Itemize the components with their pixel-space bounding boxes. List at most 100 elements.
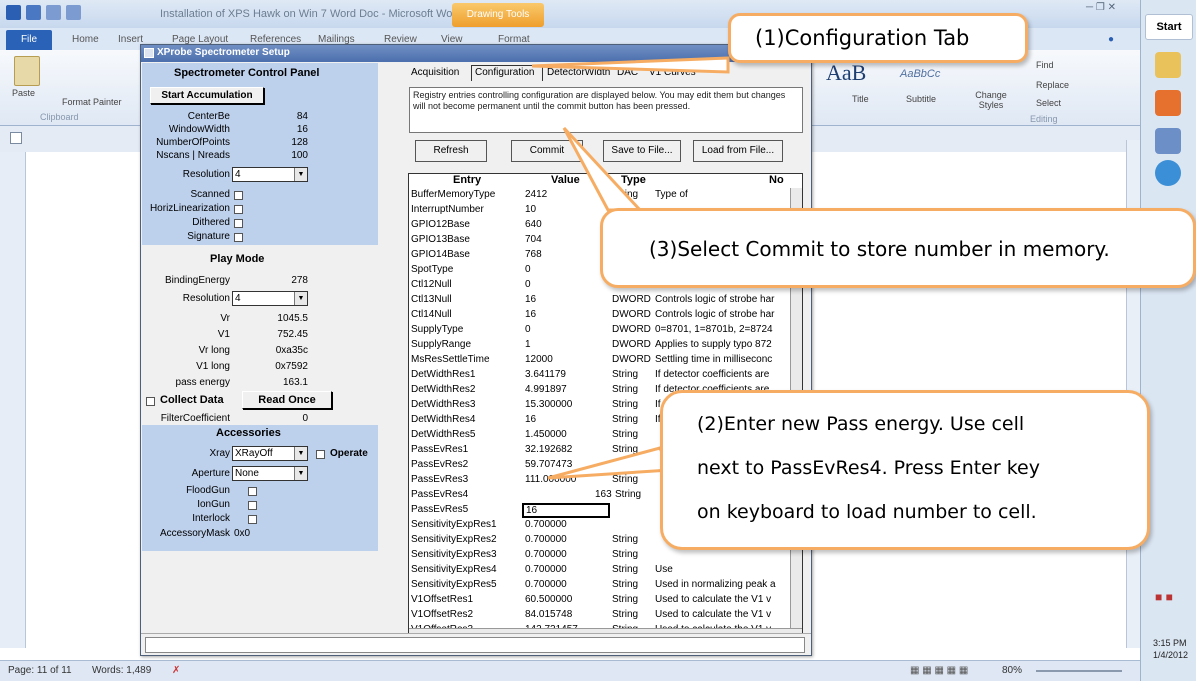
grid-cell-value[interactable]: 0.700000 (525, 534, 567, 545)
grid-cell-value[interactable]: 60.500000 (525, 594, 572, 605)
aperture-select[interactable]: None ▼ (232, 466, 308, 481)
replace-button[interactable]: Replace (1036, 80, 1069, 90)
tab-detectorwidth[interactable]: DetectorWidth (545, 67, 612, 78)
table-row[interactable]: DetWidthRes1 3.641179 String If detector co… (409, 368, 802, 383)
dithered-checkbox[interactable] (234, 219, 243, 228)
grid-header-notes[interactable]: No (769, 174, 784, 188)
numberofpoints-value[interactable]: 128 (262, 137, 308, 148)
read-once-button[interactable]: Read Once (242, 391, 332, 409)
grid-cell-value[interactable]: 768 (525, 249, 542, 260)
browser-icon[interactable] (1155, 160, 1181, 186)
windowwidth-value[interactable]: 16 (262, 124, 308, 135)
paste-button[interactable]: Paste (12, 88, 35, 98)
operate-checkbox[interactable] (316, 450, 325, 459)
ribbon-help-icon[interactable]: ● (1108, 34, 1114, 45)
undo-icon[interactable] (46, 5, 61, 20)
grid-cell-value[interactable]: 2412 (525, 189, 547, 200)
tray-icons[interactable]: ■ ■ (1155, 590, 1173, 604)
table-row[interactable]: SensitivityExpRes3 0.700000 String (409, 548, 802, 563)
folder-icon[interactable] (1155, 52, 1181, 78)
proofing-icon[interactable]: ✗ (172, 665, 180, 676)
grid-cell-value[interactable]: 16 (525, 294, 536, 305)
grid-cell-value[interactable]: 0.700000 (525, 579, 567, 590)
clock-time[interactable]: 3:15 PM (1153, 638, 1187, 648)
paste-icon[interactable] (14, 56, 40, 86)
interlock-checkbox[interactable] (248, 515, 257, 524)
commit-button[interactable]: Commit (511, 140, 583, 162)
tab-file[interactable]: File (6, 30, 52, 50)
xprobe-titlebar[interactable]: XProbe Spectrometer Setup (141, 45, 811, 62)
grid-cell-value[interactable]: 1.450000 (525, 429, 567, 440)
page-count[interactable]: Page: 11 of 11 (8, 665, 72, 676)
table-row[interactable]: SupplyRange 1 DWORD Applies to supply typo … (409, 338, 802, 353)
grid-cell-value[interactable]: 0.700000 (525, 549, 567, 560)
grid-cell-value[interactable]: 0 (525, 279, 531, 290)
grid-cell-value[interactable]: 59.707473 (525, 459, 572, 470)
save-to-file-button[interactable]: Save to File... (603, 140, 681, 162)
grid-cell-value[interactable]: 0 (525, 264, 531, 275)
grid-header-entry[interactable]: Entry (453, 174, 481, 188)
view-buttons-icon[interactable]: ▦ ▦ ▦ ▦ ▦ (910, 665, 968, 676)
start-accumulation-button[interactable]: Start Accumulation (150, 87, 264, 104)
table-row[interactable]: V1OffsetRes2 84.015748 String Used to calcu… (409, 608, 802, 623)
word-count[interactable]: Words: 1,489 (92, 665, 151, 676)
filtercoefficient-value[interactable]: 0 (262, 413, 308, 424)
grid-header-type[interactable]: Type (621, 174, 646, 188)
collect-data-checkbox[interactable] (146, 397, 155, 406)
tools-icon[interactable] (1155, 128, 1181, 154)
floodgun-checkbox[interactable] (248, 487, 257, 496)
refresh-button[interactable]: Refresh (415, 140, 487, 162)
start-button[interactable]: Start (1145, 14, 1193, 40)
style-title-sample[interactable]: AaB (826, 60, 866, 86)
chevron-down-icon[interactable]: ▼ (294, 292, 307, 305)
play-resolution-select[interactable]: 4 ▼ (232, 291, 308, 306)
table-row[interactable]: Ctl14Null 16 DWORD Controls logic of strobe… (409, 308, 802, 323)
chevron-down-icon[interactable]: ▼ (294, 447, 307, 460)
format-painter-button[interactable]: Format Painter (62, 97, 122, 107)
tab-v1-curves[interactable]: V1 Curves (647, 67, 698, 78)
grid-cell-value[interactable]: 32.192682 (525, 444, 572, 455)
table-row[interactable]: Ctl13Null 16 DWORD Controls logic of strobe… (409, 293, 802, 308)
clock-date[interactable]: 1/4/2012 (1153, 650, 1188, 660)
window-controls-icon[interactable]: ─ ❐ ✕ (1086, 2, 1116, 13)
grid-cell-value[interactable]: 1 (525, 339, 531, 350)
save-icon[interactable] (26, 5, 41, 20)
table-row[interactable]: SensitivityExpRes4 0.700000 String Use (409, 563, 802, 578)
select-button[interactable]: Select (1036, 98, 1061, 108)
tab-dac[interactable]: DAC (615, 67, 640, 78)
tab-configuration[interactable]: Configuration (473, 67, 541, 78)
resolution-select[interactable]: 4 ▼ (232, 167, 308, 182)
tab-home[interactable]: Home (72, 34, 99, 45)
table-row[interactable]: SupplyType 0 DWORD 0=8701, 1=8701b, 2=8724 (409, 323, 802, 338)
grid-cell-value[interactable]: 84.015748 (525, 609, 572, 620)
grid-cell-value[interactable]: 163 (595, 489, 612, 500)
zoom-slider[interactable] (1036, 670, 1122, 672)
drawing-tools-tab[interactable]: Drawing Tools (452, 3, 544, 27)
signature-checkbox[interactable] (234, 233, 243, 242)
chevron-down-icon[interactable]: ▼ (294, 168, 307, 181)
grid-cell-value[interactable]: 0 (525, 324, 531, 335)
horizlinearization-checkbox[interactable] (234, 205, 243, 214)
grid-cell-value[interactable]: 12000 (525, 354, 553, 365)
load-from-file-button[interactable]: Load from File... (693, 140, 783, 162)
grid-cell-value[interactable]: 640 (525, 219, 542, 230)
style-subtitle-sample[interactable]: AaBbCc (900, 68, 940, 80)
table-row[interactable]: BufferMemoryType 2412 String Type of (409, 188, 802, 203)
tab-acquisition[interactable]: Acquisition (409, 67, 461, 78)
office-icon[interactable] (1155, 90, 1181, 116)
zoom-level[interactable]: 80% (1002, 665, 1022, 676)
grid-cell-value[interactable]: 3.641179 (525, 369, 566, 380)
table-row[interactable]: V1OffsetRes1 60.500000 String Used to calcu… (409, 593, 802, 608)
grid-cell-value[interactable]: 16 (525, 309, 536, 320)
xray-select[interactable]: XRayOff ▼ (232, 446, 308, 461)
grid-cell-value[interactable]: 0.700000 (525, 519, 567, 530)
table-row[interactable]: MsResSettleTime 12000 DWORD Settling time i… (409, 353, 802, 368)
grid-cell-value[interactable]: 4.991897 (525, 384, 567, 395)
find-button[interactable]: Find (1036, 60, 1054, 70)
scanned-checkbox[interactable] (234, 191, 243, 200)
iongun-checkbox[interactable] (248, 501, 257, 510)
grid-cell-value[interactable]: 15.300000 (525, 399, 572, 410)
grid-cell-value[interactable]: 10 (525, 204, 536, 215)
chevron-down-icon[interactable]: ▼ (294, 467, 307, 480)
grid-cell-value[interactable]: 111.000000 (525, 474, 576, 485)
